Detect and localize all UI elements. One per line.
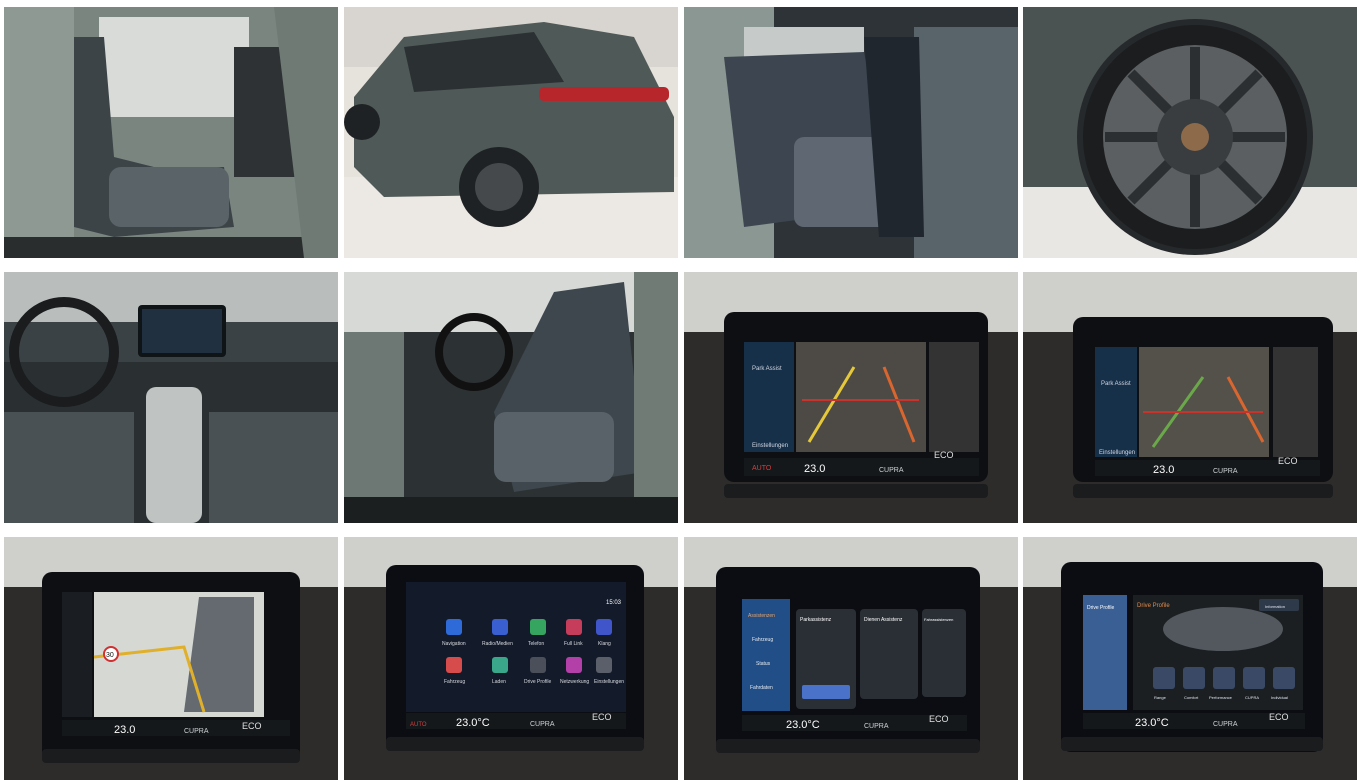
- nav-cupra: CUPRA: [184, 728, 209, 735]
- rear-seats-image: [684, 7, 1018, 258]
- profile-left-title: Drive Profile: [1087, 605, 1114, 611]
- assist-card-service: Dienen Assistenz: [864, 617, 903, 623]
- photo-tile-driver-door-seats[interactable]: [4, 7, 338, 258]
- assist-temp: 23.0°C: [786, 719, 820, 731]
- mode-cupra[interactable]: CUPRA: [1245, 695, 1259, 700]
- app-label-network: Netzwerkung: [560, 679, 589, 685]
- wheel-rim-image: [1023, 7, 1357, 258]
- nav-eco: ECO: [242, 721, 262, 731]
- photo-tile-app-menu-screen[interactable]: 15:03 Navigation Radio/Medien Telefon Fu…: [344, 537, 678, 780]
- app-label-phone: Telefon: [528, 641, 544, 647]
- assist-cupra: CUPRA: [864, 723, 889, 730]
- app-label-full-link: Full Link: [564, 641, 583, 647]
- front-seats-image: [344, 272, 678, 523]
- photo-gallery: 23.0 CUPRA ECO AUTO Park Assist Einstell…: [0, 0, 1365, 780]
- rear-camera-eco: ECO: [934, 450, 954, 460]
- app-label-settings: Einstellungen: [594, 679, 624, 685]
- menu-clock: 15:03: [606, 600, 622, 606]
- photo-tile-dashboard-overview[interactable]: [4, 272, 338, 523]
- mode-individual[interactable]: Individual: [1271, 695, 1288, 700]
- photo-tile-navigation-screen[interactable]: 30 23.0 CUPRA ECO: [4, 537, 338, 780]
- park-assist-eco: ECO: [1278, 456, 1298, 466]
- menu-temp: 23.0°C: [456, 717, 490, 729]
- photo-tile-park-assist-screen[interactable]: 23.0 CUPRA ECO Park Assist Einstellungen: [1023, 272, 1357, 523]
- photo-tile-rear-seats[interactable]: [684, 7, 1018, 258]
- app-label-sound: Klang: [598, 641, 611, 647]
- photo-tile-vehicle-assist-screen[interactable]: Assistenzen Fahrzeug Status Fahrdaten Pa…: [684, 537, 1018, 780]
- assist-menu-vehicle: Fahrzeug: [752, 637, 773, 643]
- app-label-vehicle: Fahrzeug: [444, 679, 465, 685]
- photo-tile-rear-camera-screen[interactable]: 23.0 CUPRA ECO AUTO Park Assist Einstell…: [684, 272, 1018, 523]
- app-label-navigation: Navigation: [442, 641, 466, 647]
- park-assist-label: Park Assist: [1101, 381, 1131, 387]
- dashboard-overview-image: [4, 272, 338, 523]
- profile-title: Drive Profile: [1137, 603, 1170, 609]
- assist-card-parking: Parkassistenz: [800, 617, 832, 623]
- park-assist-cupra: CUPRA: [1213, 468, 1238, 475]
- rear-camera-temp: 23.0: [804, 463, 825, 475]
- nav-speed-limit: 30: [106, 652, 114, 659]
- menu-cupra: CUPRA: [530, 721, 555, 728]
- app-label-drive-profile: Drive Profile: [524, 679, 551, 685]
- photo-tile-rear-exterior[interactable]: [344, 7, 678, 258]
- mode-range[interactable]: Range: [1154, 695, 1167, 700]
- mode-performance[interactable]: Performance: [1209, 695, 1233, 700]
- rear-exterior-image: [344, 7, 678, 258]
- assist-menu-assist: Assistenzen: [748, 613, 775, 619]
- app-menu-screen-image: 15:03 Navigation Radio/Medien Telefon Fu…: [344, 537, 678, 780]
- photo-tile-drive-profile-screen[interactable]: Drive Profile Drive Profile Information …: [1023, 537, 1357, 780]
- photo-tile-front-seats[interactable]: [344, 272, 678, 523]
- park-assist-settings: Einstellungen: [1099, 450, 1135, 456]
- navigation-screen-image: 30 23.0 CUPRA ECO: [4, 537, 338, 780]
- vehicle-assist-screen-image: Assistenzen Fahrzeug Status Fahrdaten Pa…: [684, 537, 1018, 780]
- assist-menu-status: Status: [756, 661, 771, 667]
- profile-temp: 23.0°C: [1135, 717, 1169, 729]
- nav-temp: 23.0: [114, 724, 135, 736]
- app-label-radio: Radio/Medien: [482, 641, 513, 647]
- rear-camera-settings: Einstellungen: [752, 443, 788, 449]
- menu-eco: ECO: [592, 712, 612, 722]
- profile-cupra: CUPRA: [1213, 721, 1238, 728]
- assist-eco: ECO: [929, 714, 949, 724]
- drive-profile-screen-image: Drive Profile Drive Profile Information …: [1023, 537, 1357, 780]
- rear-camera-park-assist: Park Assist: [752, 366, 782, 372]
- menu-auto: AUTO: [410, 722, 427, 728]
- park-assist-screen-image: 23.0 CUPRA ECO Park Assist Einstellungen: [1023, 272, 1357, 523]
- assist-menu-drivedata: Fahrdaten: [750, 685, 773, 691]
- rear-camera-cupra: CUPRA: [879, 467, 904, 474]
- park-assist-temp: 23.0: [1153, 464, 1174, 476]
- profile-info-button[interactable]: Information: [1265, 604, 1285, 609]
- rear-camera-auto: AUTO: [752, 465, 772, 472]
- rear-camera-screen-image: 23.0 CUPRA ECO AUTO Park Assist Einstell…: [684, 272, 1018, 523]
- assist-card-driving: Fahrassistenzen: [924, 617, 953, 622]
- app-label-charging: Laden: [492, 679, 506, 685]
- driver-door-seats-image: [4, 7, 338, 258]
- profile-eco: ECO: [1269, 712, 1289, 722]
- mode-comfort[interactable]: Comfort: [1184, 695, 1199, 700]
- photo-tile-wheel-rim[interactable]: [1023, 7, 1357, 258]
